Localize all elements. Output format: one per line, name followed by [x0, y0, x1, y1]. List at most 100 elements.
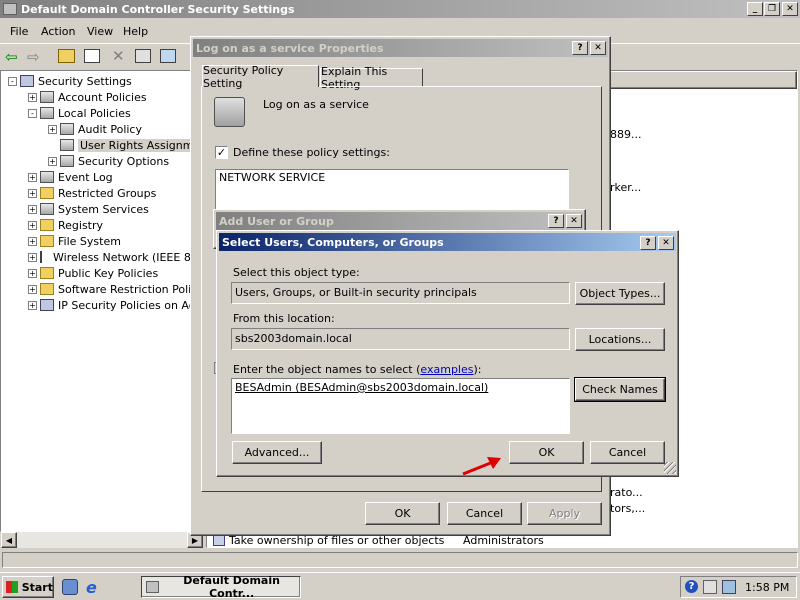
- cancel-button[interactable]: Cancel: [590, 441, 665, 464]
- folder-icon: [40, 187, 54, 199]
- select-users-dialog: Select Users, Computers, or Groups ? ✕ S…: [216, 230, 679, 477]
- close-icon[interactable]: ✕: [566, 214, 582, 228]
- forward-arrow-icon[interactable]: ⇨: [27, 48, 40, 66]
- names-label-suffix: ):: [473, 363, 482, 376]
- tree-item-label: System Services: [58, 202, 149, 216]
- properties-title: Log on as a service Properties: [196, 41, 384, 55]
- tree-item-label: Account Policies: [58, 90, 147, 104]
- tree-item-account-policies[interactable]: + Account Policies: [1, 89, 147, 105]
- minimize-icon[interactable]: _: [747, 2, 763, 16]
- tree-item-local-policies[interactable]: - Local Policies: [1, 105, 131, 121]
- ok-button[interactable]: OK: [509, 441, 584, 464]
- restore-icon[interactable]: ❐: [764, 2, 780, 16]
- server-tray-icon[interactable]: [703, 580, 717, 594]
- status-bar: [0, 550, 800, 570]
- tree-item-security-settings[interactable]: - Security Settings: [1, 73, 132, 89]
- close-icon[interactable]: ✕: [782, 2, 798, 16]
- expand-icon[interactable]: +: [48, 124, 57, 134]
- help-tray-icon[interactable]: ?: [685, 580, 698, 593]
- tree-item-user-rights-assignment[interactable]: User Rights Assignment: [1, 137, 203, 153]
- location-value: sbs2003domain.local: [235, 332, 352, 345]
- expand-icon[interactable]: +: [28, 92, 37, 102]
- tab-security-policy-setting[interactable]: Security Policy Setting: [202, 64, 319, 90]
- collapse-icon[interactable]: -: [8, 76, 17, 86]
- expand-icon[interactable]: +: [28, 204, 37, 214]
- expand-icon[interactable]: +: [48, 156, 57, 166]
- up-folder-icon[interactable]: [58, 49, 75, 63]
- policy-icon: [40, 91, 54, 103]
- tree-item-ip-security-policies-on-active-d[interactable]: + IP Security Policies on Active D: [1, 297, 203, 313]
- tree-item-audit-policy[interactable]: + Audit Policy: [1, 121, 142, 137]
- folder-icon: [40, 283, 54, 295]
- tree-item-registry[interactable]: + Registry: [1, 217, 103, 233]
- list-item[interactable]: NETWORK SERVICE: [219, 171, 325, 184]
- advanced-button[interactable]: Advanced...: [232, 441, 322, 464]
- menu-help[interactable]: Help: [123, 25, 148, 38]
- check-names-button[interactable]: Check Names: [574, 377, 666, 402]
- expand-icon[interactable]: +: [28, 268, 37, 278]
- expand-icon[interactable]: +: [28, 236, 37, 246]
- tree-item-event-log[interactable]: + Event Log: [1, 169, 113, 185]
- tree-item-security-options[interactable]: + Security Options: [1, 153, 169, 169]
- menu-file[interactable]: File: [10, 25, 28, 38]
- main-title-bar[interactable]: Default Domain Controller Security Setti…: [0, 0, 800, 18]
- help-icon[interactable]: ?: [548, 214, 564, 228]
- select-title-bar[interactable]: Select Users, Computers, or Groups: [219, 233, 676, 251]
- show-tree-icon[interactable]: [84, 49, 100, 63]
- collapse-icon[interactable]: -: [28, 108, 37, 118]
- network-tray-icon[interactable]: [722, 580, 736, 594]
- column-header[interactable]: [607, 71, 797, 89]
- help-icon[interactable]: ?: [572, 41, 588, 55]
- tree-item-system-services[interactable]: + System Services: [1, 201, 149, 217]
- object-types-button[interactable]: Object Types...: [575, 282, 665, 305]
- expand-icon[interactable]: +: [28, 284, 37, 294]
- tree-item-software-restriction-policies[interactable]: + Software Restriction Policies: [1, 281, 203, 297]
- object-type-label: Select this object type:: [233, 266, 360, 279]
- add-user-title-bar[interactable]: Add User or Group: [216, 212, 583, 230]
- properties-icon[interactable]: [135, 49, 151, 63]
- ip-security-icon: [40, 299, 54, 311]
- internet-explorer-icon[interactable]: e: [86, 578, 97, 597]
- object-type-value: Users, Groups, or Built-in security prin…: [235, 286, 477, 299]
- scroll-left-icon[interactable]: ◀: [1, 532, 17, 548]
- tree-item-file-system[interactable]: + File System: [1, 233, 121, 249]
- expand-icon[interactable]: +: [28, 172, 37, 182]
- examples-link[interactable]: examples: [420, 363, 473, 376]
- close-icon[interactable]: ✕: [590, 41, 606, 55]
- tree-item-restricted-groups[interactable]: + Restricted Groups: [1, 185, 156, 201]
- taskbar: Start e Default Domain Contr... ? 1:58 P…: [0, 572, 800, 600]
- tree-item-label: File System: [58, 234, 121, 248]
- tree-item-public-key-policies[interactable]: + Public Key Policies: [1, 265, 158, 281]
- tree-item-wireless-network-ieee-802-11[interactable]: + Wireless Network (IEEE 802.11: [1, 249, 203, 265]
- horizontal-scrollbar[interactable]: ◀ ▶: [1, 532, 203, 548]
- refresh-icon[interactable]: [160, 49, 176, 63]
- cancel-button[interactable]: Cancel: [447, 502, 522, 525]
- tab-explain-this-setting[interactable]: Explain This Setting: [320, 65, 423, 91]
- locations-button[interactable]: Locations...: [575, 328, 665, 351]
- help-icon[interactable]: ?: [640, 236, 656, 250]
- properties-title-bar[interactable]: Log on as a service Properties: [193, 39, 608, 57]
- ok-button[interactable]: OK: [365, 502, 440, 525]
- delete-icon[interactable]: ✕: [112, 47, 125, 65]
- right-fragment-3: rato...: [610, 486, 643, 499]
- close-icon[interactable]: ✕: [658, 236, 674, 250]
- expand-icon[interactable]: +: [28, 188, 37, 198]
- apply-button[interactable]: Apply: [527, 502, 602, 525]
- start-button[interactable]: Start: [2, 576, 54, 598]
- show-desktop-icon[interactable]: [62, 579, 78, 595]
- expand-icon[interactable]: +: [28, 300, 37, 310]
- clock[interactable]: 1:58 PM: [745, 581, 789, 594]
- tree-item-label: Event Log: [58, 170, 113, 184]
- expand-icon[interactable]: +: [28, 220, 37, 230]
- task-label: Default Domain Contr...: [183, 574, 280, 600]
- expand-icon[interactable]: +: [28, 252, 37, 262]
- menu-action[interactable]: Action: [41, 25, 75, 38]
- tree-item-label: Local Policies: [58, 106, 131, 120]
- define-checkbox[interactable]: ✓: [215, 146, 228, 159]
- back-arrow-icon[interactable]: ⇦: [5, 48, 18, 66]
- resize-grip-icon[interactable]: [664, 462, 676, 474]
- policy-icon: [60, 123, 74, 135]
- taskbar-task-button[interactable]: Default Domain Contr...: [141, 574, 301, 600]
- menu-view[interactable]: View: [87, 25, 113, 38]
- names-input[interactable]: BESAdmin (BESAdmin@sbs2003domain.local): [231, 378, 570, 434]
